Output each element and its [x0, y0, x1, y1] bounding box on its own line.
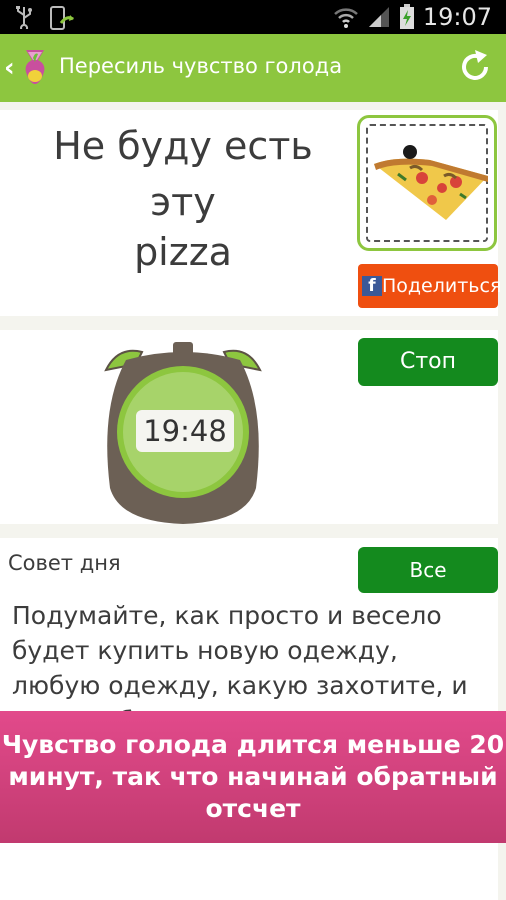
timer-display: 19:48	[136, 410, 234, 452]
status-clock: 19:07	[422, 3, 492, 31]
food-photo[interactable]	[357, 115, 497, 251]
battery-icon	[399, 4, 414, 29]
signal-icon	[368, 7, 389, 27]
share-button-label: Поделиться	[382, 275, 502, 297]
refresh-icon[interactable]	[456, 48, 494, 86]
back-button[interactable]: ‹	[4, 53, 15, 83]
status-bar: 19:07	[0, 0, 506, 34]
page-title: Пересиль чувство голода	[59, 54, 343, 78]
facebook-icon: f	[362, 276, 382, 296]
share-button[interactable]: f Поделиться	[358, 264, 502, 308]
all-tips-button[interactable]: Все	[358, 547, 498, 593]
app-logo-icon	[25, 50, 45, 84]
promo-banner-text: Чувство голода длится меньше 20 минут, т…	[1, 730, 505, 823]
pizza-image	[374, 145, 488, 220]
food-line-2: эту	[150, 180, 216, 224]
food-line-1: Не буду есть	[53, 124, 313, 168]
app-bar: ‹ Пересиль чувство голода	[0, 34, 506, 102]
tip-title: Совет дня	[8, 551, 121, 575]
screenshot-icon	[50, 6, 74, 30]
wifi-icon	[333, 8, 358, 28]
food-photo-frame	[366, 124, 488, 242]
food-line-3: pizza	[134, 230, 232, 274]
timer-value: 19:48	[143, 414, 227, 448]
stop-button[interactable]: Стоп	[358, 338, 498, 386]
usb-icon	[16, 6, 32, 29]
